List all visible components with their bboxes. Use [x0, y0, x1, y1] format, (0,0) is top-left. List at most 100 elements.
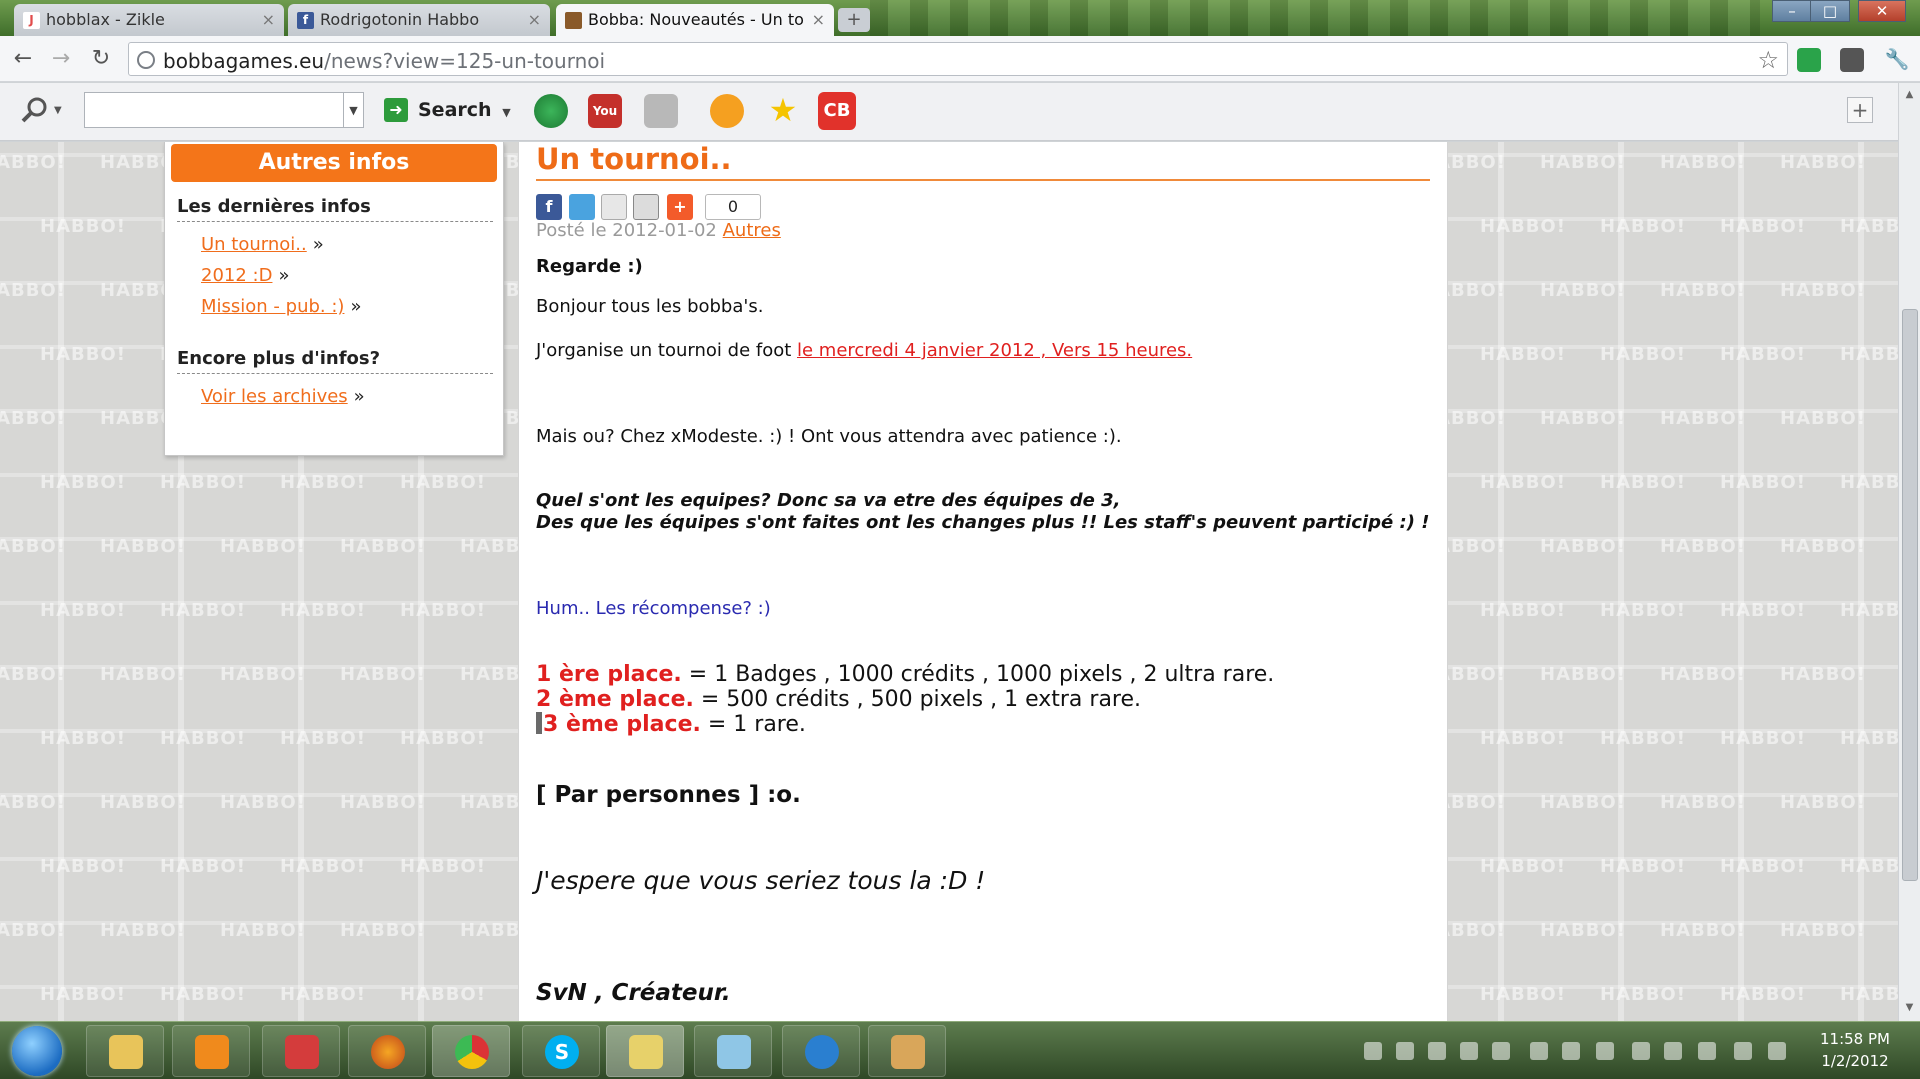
- prize-reward: = 500 crédits , 500 pixels , 1 extra rar…: [693, 687, 1142, 712]
- background-habbo-word: HABBO!: [1480, 344, 1566, 365]
- archives-link[interactable]: Voir les archives»: [201, 386, 365, 407]
- maximize-button[interactable]: □: [1810, 0, 1850, 22]
- taskbar-media-player[interactable]: [172, 1025, 250, 1077]
- minimize-button[interactable]: –: [1772, 0, 1812, 22]
- taskbar-app-red[interactable]: [262, 1025, 340, 1077]
- cb-icon[interactable]: CB: [818, 92, 856, 130]
- organise-line: J'organise un tournoi de foot le mercred…: [536, 340, 1192, 361]
- page-info-icon[interactable]: [137, 51, 155, 69]
- tab-hobblax[interactable]: J hobblax - Zikle ×: [14, 4, 284, 36]
- orange-circle-icon[interactable]: [710, 94, 744, 128]
- toolbar-search-input[interactable]: [84, 92, 344, 128]
- category-link[interactable]: Autres: [723, 220, 781, 241]
- background-habbo-word: HABBO!: [1780, 792, 1866, 813]
- clock-date: 1/2/2012: [1821, 1052, 1889, 1070]
- scroll-down-icon[interactable]: ▼: [1901, 999, 1918, 1016]
- taskbar-skype[interactable]: S: [522, 1025, 600, 1077]
- link-label[interactable]: 2012 :D: [201, 265, 272, 286]
- scroll-up-icon[interactable]: ▲: [1901, 86, 1918, 103]
- tray-icon[interactable]: [1632, 1042, 1650, 1060]
- bookmark-star-icon[interactable]: ☆: [1757, 46, 1779, 74]
- url-host: bobbagames.eu: [163, 49, 325, 73]
- address-bar[interactable]: bobbagames.eu/news?view=125-un-tournoi ☆: [128, 42, 1788, 76]
- background-habbo-word: HABBO!: [400, 600, 486, 621]
- reload-icon[interactable]: ↻: [88, 46, 114, 72]
- notebook-icon: [717, 1035, 751, 1069]
- background-habbo-word: HABBO!: [1600, 216, 1686, 237]
- email-share-icon[interactable]: [601, 194, 627, 220]
- tray-icon[interactable]: [1428, 1042, 1446, 1060]
- background-habbo-word: HABBO!: [1540, 920, 1626, 941]
- folder-icon: [109, 1035, 143, 1069]
- sidebar-link-mission[interactable]: Mission - pub. :) »: [201, 296, 361, 317]
- extension-globe-icon[interactable]: [1797, 48, 1821, 72]
- background-habbo-word: HABBO!: [1780, 280, 1866, 301]
- regarde-line: Regarde :): [536, 256, 643, 277]
- raquo: »: [278, 265, 290, 286]
- add-toolbar-button[interactable]: +: [1847, 97, 1873, 123]
- taskbar-app-circles[interactable]: [782, 1025, 860, 1077]
- facebook-share-icon[interactable]: f: [536, 194, 562, 220]
- search-button[interactable]: ➜ Search ▼: [384, 93, 511, 127]
- vertical-scrollbar[interactable]: ▲ ▼: [1898, 83, 1920, 1021]
- game-icon[interactable]: [644, 94, 678, 128]
- date-link[interactable]: le mercredi 4 janvier 2012 , Vers 15 heu…: [797, 340, 1192, 361]
- taskbar-app-blue[interactable]: [694, 1025, 772, 1077]
- twitter-share-icon[interactable]: [569, 194, 595, 220]
- tab-bobba[interactable]: Bobba: Nouveautés - Un to ×: [556, 4, 834, 36]
- extension-check-icon[interactable]: [1840, 48, 1864, 72]
- sidebar-link-un-tournoi[interactable]: Un tournoi..»: [201, 234, 324, 255]
- addthis-plus-icon[interactable]: +: [667, 194, 693, 220]
- search-engine-dropdown-icon[interactable]: ▼: [54, 105, 62, 116]
- link-label[interactable]: Voir les archives: [201, 386, 348, 407]
- youtube-icon[interactable]: You: [588, 94, 622, 128]
- link-label[interactable]: Un tournoi..: [201, 234, 307, 255]
- tray-icon[interactable]: [1530, 1042, 1548, 1060]
- background-habbo-word: HABBO!: [1540, 792, 1626, 813]
- taskbar-clock[interactable]: 11:58 PM 1/2/2012: [1800, 1028, 1910, 1072]
- taskbar-firefox[interactable]: [348, 1025, 426, 1077]
- tray-icon[interactable]: [1562, 1042, 1580, 1060]
- search-icon[interactable]: [20, 95, 50, 125]
- back-arrow-icon[interactable]: ←: [10, 46, 36, 72]
- background-habbo-word: HABBO!: [1480, 856, 1566, 877]
- close-window-button[interactable]: ✕: [1858, 0, 1906, 22]
- background-habbo-word: HABBO!: [1540, 408, 1626, 429]
- star-icon[interactable]: ★: [766, 94, 800, 128]
- taskbar-chrome[interactable]: [432, 1025, 510, 1077]
- new-tab-button[interactable]: +: [838, 8, 870, 32]
- tray-icon[interactable]: [1364, 1042, 1382, 1060]
- volume-icon[interactable]: [1734, 1042, 1752, 1060]
- tab-rodrigotonin[interactable]: f Rodrigotonin Habbo ×: [288, 4, 550, 36]
- close-tab-icon[interactable]: ×: [528, 4, 541, 36]
- background-habbo-word: HABBO!: [1780, 152, 1866, 173]
- tray-icon[interactable]: [1492, 1042, 1510, 1060]
- taskbar-paint[interactable]: [868, 1025, 946, 1077]
- start-button[interactable]: [12, 1026, 62, 1076]
- tray-icon[interactable]: [1396, 1042, 1414, 1060]
- taskbar-explorer[interactable]: [86, 1025, 164, 1077]
- taskbar-app-people[interactable]: [606, 1025, 684, 1077]
- action-center-flag-icon[interactable]: [1664, 1042, 1682, 1060]
- search-history-dropdown[interactable]: ▼: [344, 92, 364, 128]
- tray-icon[interactable]: [1596, 1042, 1614, 1060]
- forward-arrow-icon[interactable]: →: [48, 46, 74, 72]
- background-habbo-word: HABBO!: [1780, 408, 1866, 429]
- close-tab-icon[interactable]: ×: [812, 4, 825, 36]
- background-habbo-word: HABBO!: [160, 728, 246, 749]
- background-habbo-word: HABBO!: [1600, 600, 1686, 621]
- title-divider: [536, 179, 1430, 181]
- wrench-menu-icon[interactable]: 🔧: [1884, 46, 1910, 72]
- go-arrow-icon: ➜: [384, 98, 408, 122]
- link-label[interactable]: Mission - pub. :): [201, 296, 344, 317]
- tray-icon[interactable]: [1460, 1042, 1478, 1060]
- network-signal-icon[interactable]: [1768, 1042, 1786, 1060]
- close-tab-icon[interactable]: ×: [262, 4, 275, 36]
- print-icon[interactable]: [633, 194, 659, 220]
- sidebar-link-2012[interactable]: 2012 :D »: [201, 265, 289, 286]
- globe-icon[interactable]: [534, 94, 568, 128]
- scrollbar-thumb[interactable]: [1902, 309, 1918, 881]
- background-habbo-word: HABBO!: [400, 856, 486, 877]
- power-icon[interactable]: [1698, 1042, 1716, 1060]
- background-habbo-word: HABBO!: [0, 792, 66, 813]
